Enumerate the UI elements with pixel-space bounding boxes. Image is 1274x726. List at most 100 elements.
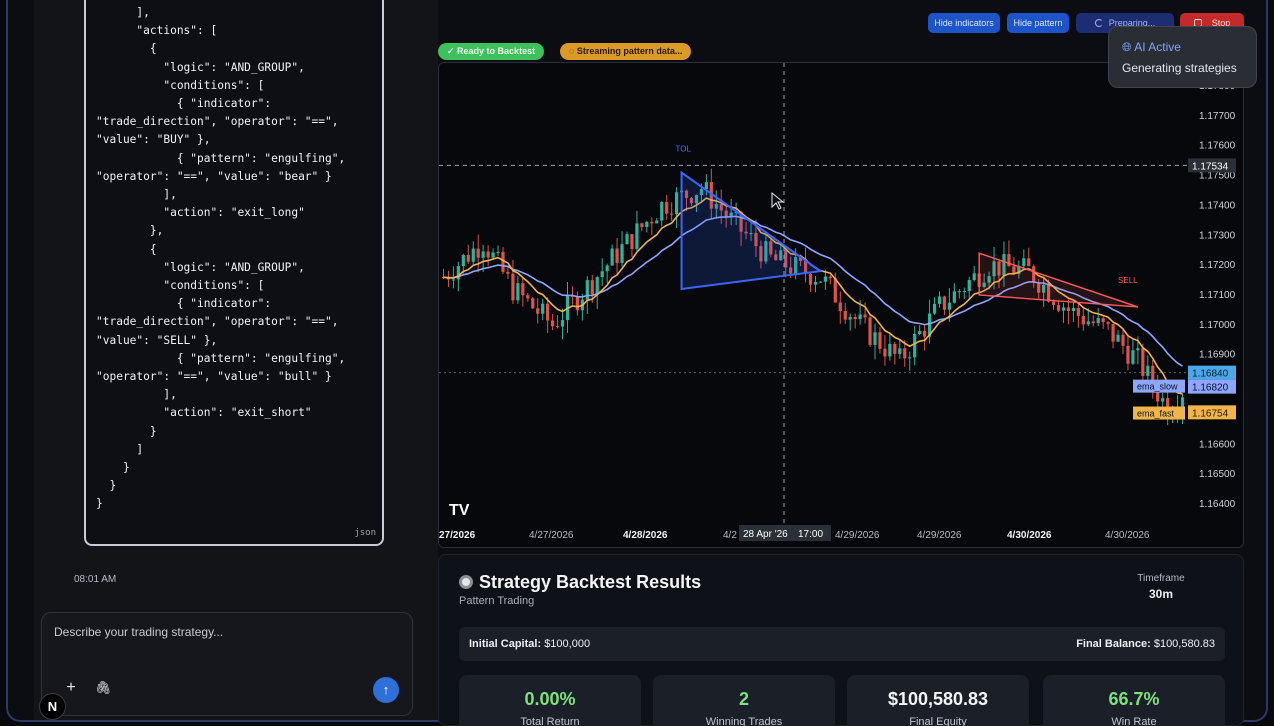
hide-pattern-button[interactable]: Hide pattern — [1007, 13, 1069, 33]
candle-body — [952, 291, 956, 303]
stat-value: 66.7% — [1108, 689, 1160, 709]
candle-body — [853, 317, 857, 320]
code-language-label: json — [354, 528, 376, 538]
candle-body — [1086, 321, 1090, 325]
x-tick-label: 4/28/2026 — [623, 530, 668, 541]
series-label: ema_fast — [1137, 409, 1175, 419]
candle-body — [585, 280, 589, 300]
code-line: "action": "exit_short" — [96, 406, 312, 420]
ema-fast-price-tag: 1.16754 — [1192, 408, 1229, 419]
code-line: "value": "BUY" }, — [96, 133, 211, 147]
code-line: ] — [96, 442, 144, 456]
chart-canvas[interactable]: TOLSELL1.178001.177001.176001.175001.174… — [439, 63, 1244, 548]
candle-body — [818, 281, 823, 283]
candle-body — [590, 280, 594, 295]
candle-body — [967, 279, 971, 292]
code-line: "operator": "==", "value": "bull" } — [96, 370, 332, 384]
candle-body — [521, 283, 525, 296]
initial-capital-label: Initial Capital: — [469, 638, 542, 650]
candle-body — [903, 348, 907, 359]
x-tick-label: 4/30/2026 — [1007, 530, 1052, 541]
candle-body — [461, 254, 465, 267]
candle-body — [491, 252, 495, 258]
candle-body — [605, 265, 609, 272]
candle-body — [575, 296, 579, 311]
send-button[interactable]: ↑ — [373, 677, 399, 703]
candle-body — [1106, 322, 1110, 324]
candle-body — [704, 182, 708, 190]
hide-indicators-button[interactable]: Hide indicators — [928, 13, 1000, 33]
candle-body — [828, 276, 832, 279]
code-line: } — [96, 461, 130, 475]
y-tick-label: 1.16400 — [1199, 499, 1236, 510]
capital-row: Initial Capital: $100,000 Final Balance:… — [459, 627, 1225, 661]
stat-label: Win Rate — [1111, 716, 1157, 726]
y-tick-label: 1.17400 — [1199, 200, 1236, 211]
price-chart[interactable]: TOLSELL1.178001.177001.176001.175001.174… — [438, 62, 1244, 548]
candle-body — [1101, 318, 1105, 323]
paperclip-icon[interactable]: 🖇 — [94, 679, 112, 697]
timeframe-value: 30m — [1148, 587, 1174, 601]
stat-value: $100,580.83 — [887, 689, 989, 709]
code-line: "conditions": [ — [96, 78, 265, 92]
candle-body — [813, 281, 818, 285]
y-tick-label: 1.16600 — [1199, 439, 1236, 450]
crosshair-price-tag: 1.17534 — [1192, 161, 1229, 172]
candle-body — [962, 291, 966, 293]
code-line: "value": "SELL" }, — [96, 333, 218, 347]
strategy-input[interactable] — [54, 625, 394, 665]
app-badge[interactable]: N — [39, 693, 66, 720]
candle-body — [1071, 307, 1075, 312]
stat-winning-trades: 2 Winning Trades — [653, 675, 835, 726]
tradingview-logo: TV — [449, 502, 470, 519]
ready-status-badge: ✓ Ready to Backtest — [438, 43, 545, 60]
code-line: "actions": [ — [96, 24, 218, 38]
candle-body — [932, 303, 937, 314]
candle-body — [560, 320, 565, 327]
code-line: { "indicator": — [96, 97, 272, 111]
candle-body — [838, 302, 842, 311]
candle-body — [516, 283, 520, 301]
y-tick-label: 1.16900 — [1199, 350, 1236, 361]
plus-icon[interactable]: + — [62, 679, 80, 697]
globe-icon: 🌐︎ — [1122, 40, 1132, 54]
candle-body — [808, 273, 813, 285]
candle-body — [873, 332, 877, 345]
candle-body — [555, 326, 560, 328]
candle-body — [888, 343, 892, 357]
candle-body — [630, 234, 634, 249]
y-tick-label: 1.17300 — [1199, 230, 1236, 241]
candle-body — [957, 291, 961, 293]
candle-body — [823, 276, 827, 282]
candle-body — [833, 278, 837, 303]
candle-body — [451, 279, 455, 281]
y-tick-label: 1.17000 — [1199, 320, 1236, 331]
candle-body — [541, 303, 545, 314]
candle-body — [1161, 398, 1165, 402]
candle-body — [1116, 334, 1120, 342]
code-line: } — [96, 497, 103, 511]
message-timestamp: 08:01 AM — [74, 574, 117, 585]
candle-body — [1131, 350, 1135, 364]
x-tick-label: 4/2 — [723, 530, 737, 541]
stat-win-rate: 66.7% Win Rate — [1043, 675, 1225, 726]
candle-body — [625, 234, 629, 245]
code-line: "conditions": [ — [96, 279, 265, 293]
json-code-block: ], "actions": [ { "logic": "AND_GROUP", … — [84, 0, 384, 546]
candle-body — [595, 277, 599, 295]
ai-subtitle: Generating strategies — [1122, 61, 1237, 75]
code-line: ], — [96, 188, 177, 202]
candle-body — [620, 244, 624, 264]
candle-body — [675, 192, 679, 215]
code-line: { — [96, 242, 157, 256]
candle-body — [1056, 304, 1061, 311]
ai-status-toast: 🌐︎ AI Active Generating strategies — [1108, 26, 1257, 88]
spinner-icon — [1094, 19, 1103, 27]
candle-body — [923, 330, 927, 337]
candle-body — [937, 296, 942, 304]
candle-body — [908, 357, 912, 359]
code-line: ], — [96, 388, 177, 402]
candle-body — [600, 271, 604, 278]
candle-body — [635, 223, 639, 249]
candle-body — [466, 254, 470, 262]
